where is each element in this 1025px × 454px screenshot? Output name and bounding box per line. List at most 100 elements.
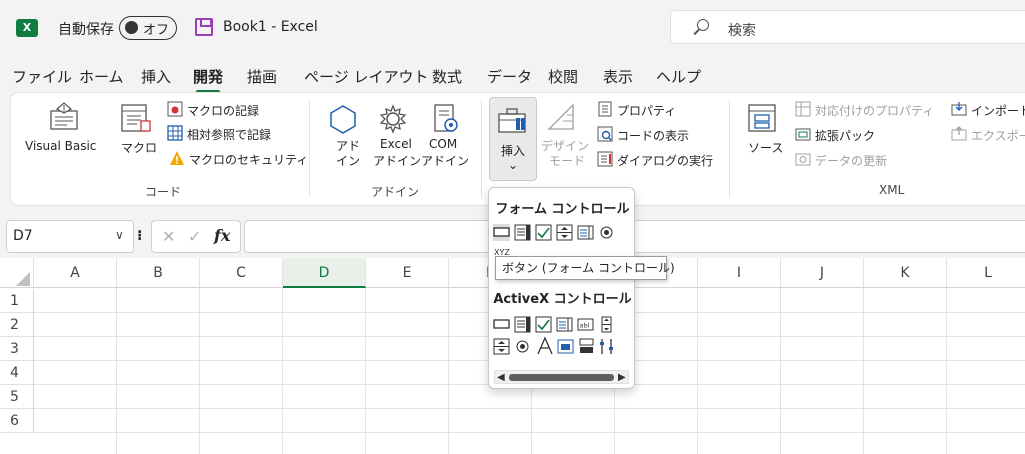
design-mode-icon — [547, 103, 574, 130]
spin-button-icon[interactable] — [556, 224, 573, 241]
run-dialog-icon — [597, 151, 613, 167]
insert-control-label: 挿入 — [501, 144, 526, 158]
column-header-i[interactable]: I — [698, 258, 781, 288]
tab-file[interactable]: ファイル — [12, 66, 72, 87]
refresh-data-icon — [795, 153, 811, 166]
map-properties-icon — [795, 101, 811, 117]
gridline — [780, 288, 781, 454]
search-box[interactable]: 検索 — [670, 10, 1025, 44]
group-separator — [309, 101, 310, 197]
xml-source-icon — [748, 104, 776, 132]
insert-control-button[interactable]: 挿入 ⌄ — [489, 97, 537, 181]
group-separator — [481, 101, 482, 197]
search-icon — [697, 19, 709, 31]
macro-label: マクロ — [121, 141, 158, 155]
visual-basic-label: Visual Basic — [25, 139, 97, 153]
tab-view[interactable]: 表示 — [603, 66, 633, 87]
activex-scrollbar-icon[interactable] — [598, 316, 615, 333]
more-controls-icon[interactable] — [598, 338, 615, 355]
tab-page-layout[interactable]: ページ レイアウト — [304, 66, 428, 87]
cancel-icon[interactable]: ✕ — [162, 227, 175, 246]
export-icon — [951, 126, 967, 141]
gridline — [365, 288, 366, 454]
expansion-packs-icon — [795, 128, 811, 141]
activex-option-button-icon[interactable] — [514, 338, 531, 355]
activex-checkbox-icon[interactable] — [535, 316, 552, 333]
row-header-2[interactable]: 2 — [0, 313, 34, 337]
gridline — [448, 288, 449, 454]
document-title: Book1 - Excel — [223, 19, 318, 35]
column-header-e[interactable]: E — [366, 258, 449, 288]
tab-developer[interactable]: 開発 — [193, 66, 223, 93]
warning-icon — [170, 151, 184, 165]
activex-label-icon[interactable] — [535, 336, 555, 356]
formula-bar-resize-handle[interactable]: ⁝ — [137, 228, 142, 244]
activex-button-icon[interactable] — [493, 316, 510, 333]
search-placeholder: 検索 — [728, 23, 756, 39]
tab-data[interactable]: データ — [487, 66, 532, 87]
map-properties-label: 対応付けのプロパティ — [815, 104, 935, 118]
button-control-icon[interactable] — [493, 224, 510, 241]
column-header-b[interactable]: B — [117, 258, 200, 288]
name-box-value: D7 — [13, 228, 33, 244]
enter-icon[interactable]: ✓ — [188, 227, 201, 246]
list-box-icon[interactable] — [577, 224, 594, 241]
com-addins-label-line1: COM — [429, 137, 458, 151]
column-header-a[interactable]: A — [34, 258, 117, 288]
tab-formulas[interactable]: 数式 — [432, 66, 462, 87]
checkbox-control-icon[interactable] — [535, 224, 552, 241]
excel-addins-label-line1: Excel — [380, 137, 412, 151]
activex-spin-button-icon[interactable] — [493, 338, 510, 355]
scroll-thumb[interactable] — [509, 374, 614, 381]
gridline — [946, 288, 947, 454]
gridline — [34, 432, 1025, 433]
chevron-down-icon[interactable]: ∨ — [115, 228, 124, 242]
row-header-5[interactable]: 5 — [0, 385, 34, 409]
column-header-k[interactable]: K — [864, 258, 947, 288]
combo-box-icon[interactable] — [514, 224, 531, 241]
activex-list-box-icon[interactable] — [556, 316, 573, 333]
option-button-icon[interactable] — [598, 224, 615, 241]
gear-icon — [379, 104, 407, 134]
activex-textbox-icon[interactable]: abl — [577, 316, 594, 333]
design-mode-label-line2: モード — [549, 154, 586, 168]
activex-image-icon[interactable] — [557, 338, 574, 355]
save-icon[interactable] — [195, 18, 213, 36]
record-macro-icon — [167, 101, 183, 117]
gridline — [697, 288, 698, 454]
run-dialog-label: ダイアログの実行 — [617, 154, 714, 168]
tab-draw[interactable]: 描画 — [247, 66, 277, 87]
autosave-toggle[interactable]: オフ — [119, 16, 177, 40]
tab-review[interactable]: 校閲 — [548, 66, 578, 87]
column-header-c[interactable]: C — [200, 258, 283, 288]
insert-function-icon[interactable]: fx — [214, 226, 230, 245]
tab-insert[interactable]: 挿入 — [141, 66, 171, 87]
column-header-d[interactable]: D — [283, 258, 366, 288]
tab-help[interactable]: ヘルプ — [656, 66, 701, 87]
row-header-3[interactable]: 3 — [0, 337, 34, 361]
scroll-left-icon[interactable]: ◀ — [497, 372, 505, 383]
row-header-4[interactable]: 4 — [0, 361, 34, 385]
name-box[interactable]: D7 ∨ — [6, 220, 134, 253]
insert-controls-dropdown: フォーム コントロール XYZ ActiveX コントロール abl — [488, 187, 635, 389]
horizontal-scrollbar[interactable]: ◀ ▶ — [494, 370, 629, 384]
column-header-j[interactable]: J — [781, 258, 864, 288]
tab-home[interactable]: ホーム — [79, 66, 124, 87]
properties-icon — [598, 101, 612, 117]
column-header-l[interactable]: L — [947, 258, 1025, 288]
com-addins-icon — [434, 104, 458, 132]
scroll-right-icon[interactable]: ▶ — [618, 372, 626, 383]
activex-toggle-button-icon[interactable] — [578, 338, 595, 355]
relative-reference-icon — [167, 125, 183, 141]
row-header-1[interactable]: 1 — [0, 289, 34, 313]
row-header-6[interactable]: 6 — [0, 409, 34, 433]
addins-label-line2: イン — [336, 154, 361, 168]
tooltip: ボタン (フォーム コントロール) — [495, 256, 675, 280]
properties-label: プロパティ — [617, 104, 677, 118]
gridline — [863, 288, 864, 454]
group-separator — [729, 101, 730, 197]
record-macro-label: マクロの記録 — [187, 104, 260, 118]
import-label: インポート — [971, 104, 1025, 118]
activex-combo-box-icon[interactable] — [514, 316, 531, 333]
select-all-corner[interactable] — [0, 258, 34, 288]
